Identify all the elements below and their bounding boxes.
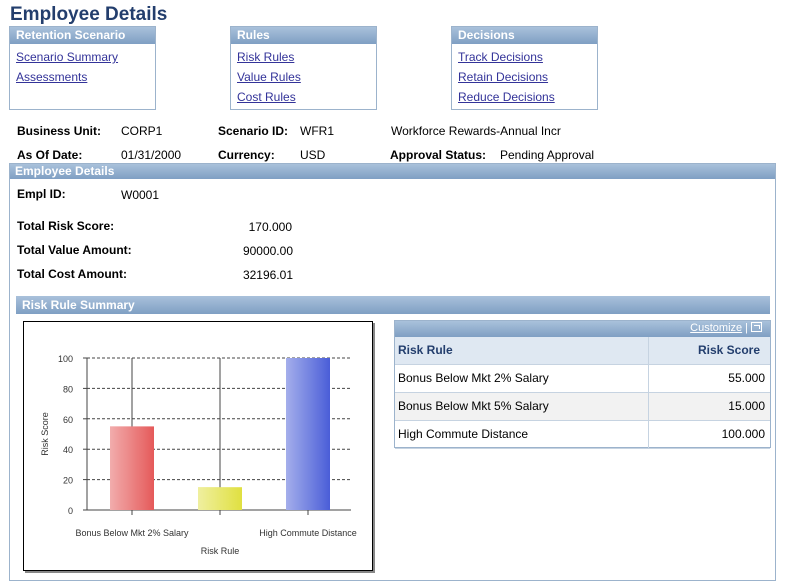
scenario-id-label: Scenario ID: [218,124,289,138]
x-tick-label: High Commute Distance [259,528,357,538]
grid-toolbar: Customize | [395,321,770,337]
business-unit-label: Business Unit: [17,124,102,138]
risk-rule-cell: High Commute Distance [395,420,649,449]
risk-score-chart-svg: 0 20 40 60 80 100 Bonus Below Mkt 2% Salary Hig… [40,354,357,556]
approval-status-label: Approval Status: [390,148,487,162]
table-row: High Commute Distance 100.000 [395,420,770,449]
page-title: Employee Details [10,4,168,25]
business-unit-value: CORP1 [121,124,163,138]
table-row: Bonus Below Mkt 5% Salary 15.000 [395,392,770,421]
y-tick-label: 100 [58,354,73,364]
decisions-box: Decisions Track Decisions Retain Decisio… [451,26,598,110]
reduce-decisions-link[interactable]: Reduce Decisions [458,90,597,104]
as-of-date-label: As Of Date: [17,148,83,162]
risk-rule-column-header[interactable]: Risk Rule [395,337,649,365]
total-risk-score-value: 170.000 [248,220,292,234]
empl-id-label: Empl ID: [17,187,66,201]
currency-value: USD [300,148,326,162]
y-tick-label: 60 [63,415,73,425]
decisions-header: Decisions [452,27,597,44]
assessments-link[interactable]: Assessments [16,70,155,84]
approval-status-value: Pending Approval [500,148,595,162]
risk-score-chart: 0 20 40 60 80 100 Bonus Below Mkt 2% Salary Hig… [23,321,373,571]
rules-header: Rules [231,27,376,44]
risk-score-column-header[interactable]: Risk Score [648,337,770,365]
new-window-icon[interactable] [751,322,762,332]
total-risk-score-label: Total Risk Score: [17,219,115,233]
bar-highlight [286,358,330,510]
scenario-id-value: WFR1 [300,124,334,138]
customize-link[interactable]: Customize [690,322,742,334]
x-tick-label: Bonus Below Mkt 2% Salary [75,528,189,538]
x-axis-title: Risk Rule [201,546,240,556]
rules-box: Rules Risk Rules Value Rules Cost Rules [230,26,377,110]
risk-rule-cell: Bonus Below Mkt 2% Salary [395,364,649,393]
toolbar-separator: | [745,322,748,334]
total-cost-amount-value: 32196.01 [242,268,293,282]
retention-scenario-header: Retention Scenario [10,27,155,44]
risk-rule-table: Risk Rule Risk Score Bonus Below Mkt 2% … [395,337,770,449]
risk-rule-cell: Bonus Below Mkt 5% Salary [395,392,649,421]
track-decisions-link[interactable]: Track Decisions [458,50,597,64]
risk-rules-link[interactable]: Risk Rules [237,50,376,64]
table-row: Bonus Below Mkt 2% Salary 55.000 [395,364,770,393]
y-tick-label: 40 [63,445,73,455]
y-tick-label: 20 [63,476,73,486]
value-rules-link[interactable]: Value Rules [237,70,376,84]
risk-score-cell: 55.000 [648,364,770,393]
risk-score-cell: 100.000 [648,420,770,449]
bar-highlight [110,426,154,510]
cost-rules-link[interactable]: Cost Rules [237,90,376,104]
retention-scenario-box: Retention Scenario Scenario Summary Asse… [9,26,156,110]
currency-label: Currency: [218,148,275,162]
as-of-date-value: 01/31/2000 [121,148,182,162]
y-tick-label: 80 [63,384,73,394]
scenario-description: Workforce Rewards-Annual Incr [391,124,561,138]
bar-highlight [198,487,242,510]
employee-details-header: Employee Details [10,164,775,179]
y-tick-label: 0 [68,506,73,516]
retain-decisions-link[interactable]: Retain Decisions [458,70,597,84]
risk-score-cell: 15.000 [648,392,770,421]
total-value-amount-value: 90000.00 [242,244,293,258]
risk-rule-grid: Customize | Risk Rule Risk Score Bonus Be… [394,320,771,449]
y-axis-title: Risk Score [40,412,50,456]
empl-id-value: W0001 [121,188,160,202]
total-value-amount-label: Total Value Amount: [17,243,132,257]
total-cost-amount-label: Total Cost Amount: [17,267,127,281]
risk-rule-summary-header: Risk Rule Summary [16,296,770,314]
scenario-summary-link[interactable]: Scenario Summary [16,50,155,64]
